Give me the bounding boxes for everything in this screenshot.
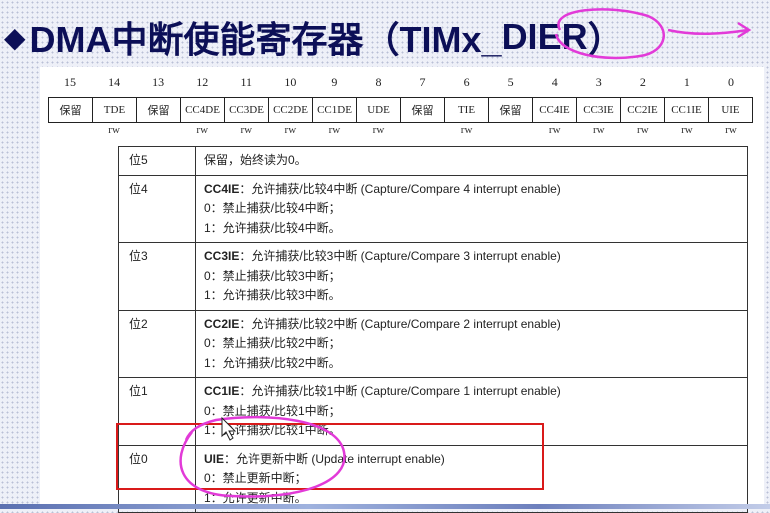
mouse-cursor-icon (221, 416, 237, 441)
uie-circle-annotation (179, 415, 346, 498)
title-circle-annotation (554, 8, 665, 60)
bottom-decor-strip (0, 504, 770, 509)
arrow-annotation (667, 28, 749, 35)
annotation-layer (179, 8, 752, 498)
